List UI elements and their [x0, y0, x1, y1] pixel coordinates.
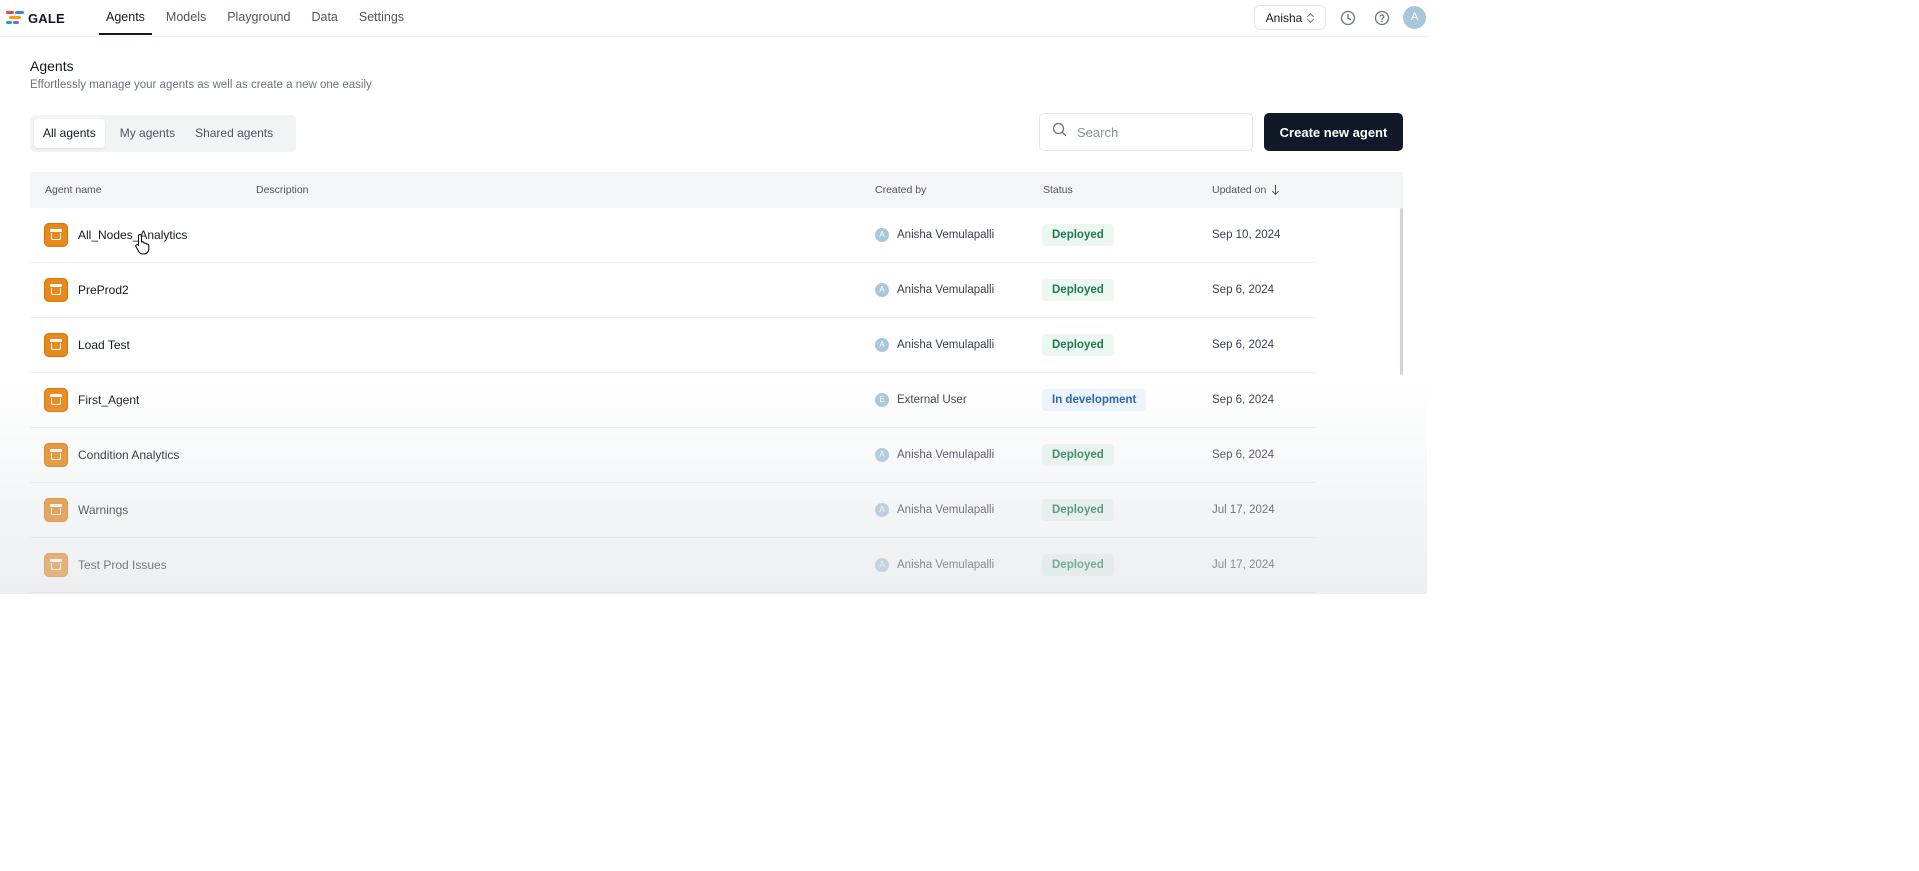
logo[interactable]: GALE: [6, 10, 65, 26]
page-title: Agents: [30, 58, 74, 74]
nav-models[interactable]: Models: [159, 0, 213, 35]
agent-box-icon: [44, 443, 68, 467]
agent-filter-tabs: All agents My agents Shared agents: [30, 115, 296, 152]
user-select-value: Anisha: [1265, 10, 1303, 25]
table-row[interactable]: All_Nodes_Analytics A Anisha Vemulapalli …: [30, 208, 1316, 263]
workspace-user-select[interactable]: Anisha: [1254, 5, 1326, 30]
creator-avatar: A: [875, 283, 889, 297]
tab-all-agents[interactable]: All agents: [34, 119, 105, 148]
updated-date: Jul 17, 2024: [1212, 559, 1275, 571]
creator-name: Anisha Vemulapalli: [897, 339, 995, 351]
page-subtitle: Effortlessly manage your agents as well …: [30, 79, 372, 91]
tab-my-agents[interactable]: My agents: [111, 119, 184, 148]
help-icon[interactable]: [1373, 9, 1391, 27]
agent-box-icon: [44, 223, 68, 247]
column-updated-on-label: Updated on: [1212, 184, 1267, 196]
nav-settings[interactable]: Settings: [352, 0, 411, 35]
table-row[interactable]: Condition Analytics A Anisha Vemulapalli …: [30, 428, 1316, 483]
logo-text: GALE: [28, 10, 65, 26]
nav-data[interactable]: Data: [304, 0, 344, 35]
updated-date: Sep 6, 2024: [1212, 394, 1275, 406]
updated-date: Sep 6, 2024: [1212, 339, 1275, 351]
clock-icon[interactable]: [1339, 9, 1357, 27]
updated-date: Sep 10, 2024: [1212, 229, 1281, 241]
table-scrollbar[interactable]: [1400, 208, 1403, 375]
creator-name: Anisha Vemulapalli: [897, 559, 995, 571]
creator-name: External User: [897, 394, 967, 406]
create-new-agent-button[interactable]: Create new agent: [1264, 113, 1403, 151]
user-avatar[interactable]: A: [1403, 6, 1426, 29]
table-row[interactable]: Load Test A Anisha Vemulapalli Deployed S…: [30, 318, 1316, 373]
search-icon: [1052, 122, 1067, 142]
table-row[interactable]: Test Prod Issues A Anisha Vemulapalli Dep…: [30, 538, 1316, 593]
agent-name[interactable]: First_Agent: [78, 393, 139, 407]
gale-logo-icon: [6, 10, 24, 26]
table-row[interactable]: First_Agent E External User In developmen…: [30, 373, 1316, 428]
table-row[interactable]: PreProd2 A Anisha Vemulapalli Deployed Se…: [30, 263, 1316, 318]
status-badge: Deployed: [1042, 444, 1114, 466]
column-updated-on[interactable]: Updated on: [1212, 172, 1280, 208]
agent-name[interactable]: Load Test: [78, 338, 130, 352]
status-badge: Deployed: [1042, 334, 1114, 356]
creator-name: Anisha Vemulapalli: [897, 449, 995, 461]
agent-name[interactable]: PreProd2: [78, 283, 129, 297]
top-nav-bar: GALE Agents Models Playground Data Setti…: [0, 0, 1427, 37]
tab-shared-agents[interactable]: Shared agents: [186, 119, 282, 148]
nav-playground[interactable]: Playground: [220, 0, 297, 35]
agents-app: GALE Agents Models Playground Data Setti…: [0, 0, 1427, 594]
creator-avatar: A: [875, 448, 889, 462]
chevron-updown-icon: [1308, 13, 1314, 23]
creator-avatar: E: [875, 393, 889, 407]
status-badge: Deployed: [1042, 499, 1114, 521]
sort-descending-icon: [1272, 185, 1280, 195]
agents-table-body: All_Nodes_Analytics A Anisha Vemulapalli …: [30, 208, 1403, 593]
agent-box-icon: [44, 388, 68, 412]
status-badge: Deployed: [1042, 279, 1114, 301]
creator-name: Anisha Vemulapalli: [897, 229, 995, 241]
status-badge: In development: [1042, 389, 1147, 411]
status-badge: Deployed: [1042, 554, 1114, 576]
creator-name: Anisha Vemulapalli: [897, 284, 995, 296]
agent-box-icon: [44, 278, 68, 302]
updated-date: Jul 17, 2024: [1212, 504, 1275, 516]
status-badge: Deployed: [1042, 224, 1114, 246]
table-header: Agent name Description Created by Status…: [30, 172, 1403, 208]
column-description: Description: [256, 184, 309, 196]
column-created-by[interactable]: Created by: [875, 172, 926, 208]
creator-avatar: A: [875, 558, 889, 572]
search-input[interactable]: [1075, 123, 1239, 141]
agent-name[interactable]: Test Prod Issues: [78, 558, 167, 572]
column-status[interactable]: Status: [1043, 172, 1073, 208]
agent-box-icon: [44, 553, 68, 577]
agent-box-icon: [44, 333, 68, 357]
creator-avatar: A: [875, 338, 889, 352]
nav-agents[interactable]: Agents: [99, 0, 152, 35]
table-row[interactable]: Warnings A Anisha Vemulapalli Deployed Ju…: [30, 483, 1316, 538]
search-box[interactable]: [1039, 113, 1253, 151]
agent-name[interactable]: All_Nodes_Analytics: [78, 228, 187, 242]
updated-date: Sep 6, 2024: [1212, 449, 1275, 461]
agent-name[interactable]: Condition Analytics: [78, 448, 179, 462]
creator-avatar: A: [875, 503, 889, 517]
agent-box-icon: [44, 498, 68, 522]
column-agent-name[interactable]: Agent name: [45, 172, 102, 208]
agent-name[interactable]: Warnings: [78, 503, 128, 517]
creator-avatar: A: [875, 228, 889, 242]
main-nav: Agents Models Playground Data Settings: [99, 0, 418, 36]
creator-name: Anisha Vemulapalli: [897, 504, 995, 516]
updated-date: Sep 6, 2024: [1212, 284, 1275, 296]
